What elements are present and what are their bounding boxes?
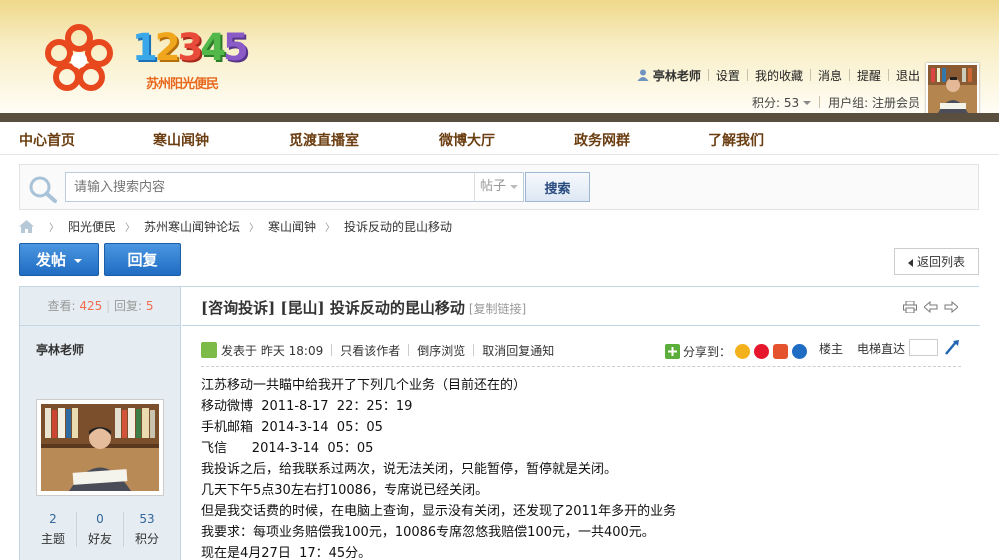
content-line: 移动微博 2011-8-17 22：25：19 — [201, 399, 413, 414]
search-button[interactable]: 搜索 — [525, 172, 590, 202]
content-line: 江苏移动一共瞄中给我开了下列几个业务（目前还在的） — [201, 378, 527, 393]
home-icon[interactable] — [19, 219, 34, 233]
breadcrumb-item[interactable]: 苏州寒山闻钟论坛 — [144, 218, 240, 235]
avatar-photo-icon — [928, 65, 977, 113]
nav-home[interactable]: 中心首页 — [19, 130, 75, 150]
chevron-down-icon — [803, 101, 812, 105]
author-photo-icon — [41, 404, 159, 491]
notifications-link[interactable]: 提醒 — [857, 67, 881, 84]
breadcrumb-separator-icon: 〉 — [325, 222, 336, 234]
author-sidebar: 查看: 425 | 回复: 5 亭林老师 2 主题 0 好友 53 积分 — [20, 287, 181, 560]
search-input[interactable] — [65, 172, 475, 202]
messages-link[interactable]: 消息 — [818, 67, 842, 84]
divider — [201, 366, 961, 367]
share-weibo-icon[interactable] — [754, 344, 770, 359]
author-stats: 2 主题 0 好友 53 积分 — [30, 512, 170, 547]
share-area: 分享到： — [665, 343, 808, 360]
nav-live-room[interactable]: 觅渡直播室 — [289, 130, 359, 150]
post-main: [咨询投诉] [昆山] 投诉反动的昆山移动 [复制链接] 发表于 昨天 18:09… — [182, 287, 980, 560]
main-nav: 中心首页 寒山闻钟 觅渡直播室 微博大厅 政务网群 了解我们 — [0, 122, 999, 155]
author-stat-friends[interactable]: 0 好友 — [77, 512, 124, 547]
nav-weibo[interactable]: 微博大厅 — [439, 130, 495, 150]
post-container: 查看: 425 | 回复: 5 亭林老师 2 主题 0 好友 53 积分 [咨询… — [19, 286, 980, 560]
content-line: 现在是4月27日 17：45分。 — [201, 546, 372, 560]
author-only-link[interactable]: 只看该作者 — [340, 342, 400, 359]
username-link[interactable]: 亭林老师 — [653, 67, 701, 84]
share-qzone-icon[interactable] — [735, 344, 751, 359]
logo-flower-icon[interactable] — [44, 24, 114, 94]
user-group-label: 用户组: 注册会员 — [828, 95, 920, 110]
user-info-bar: 积分: 53 用户组: 注册会员 — [752, 94, 920, 110]
search-icon — [29, 176, 57, 203]
breadcrumb: 〉 阳光便民 〉 苏州寒山闻钟论坛 〉 寒山闻钟 〉 投诉反动的昆山移动 — [19, 218, 452, 234]
nav-government[interactable]: 政务网群 — [574, 130, 630, 150]
avatar[interactable] — [926, 63, 979, 115]
user-icon — [637, 69, 649, 81]
jump-label: 电梯直达 — [857, 342, 906, 356]
logo-number[interactable]: 12345 — [132, 28, 249, 68]
replies-count: 5 — [145, 299, 154, 313]
breadcrumb-separator-icon: 〉 — [49, 222, 59, 234]
content-line: 但是我交话费的时候，在电脑上查询，显示没有关闭，还发现了2011年多开的业务 — [201, 504, 677, 519]
content-line: 我投诉之后，给我联系过两次，说无法关闭，只能暂停，暂停就是关闭。 — [201, 462, 618, 477]
thread-stats: 查看: 425 | 回复: 5 — [20, 287, 181, 326]
author-stat-threads[interactable]: 2 主题 — [30, 512, 77, 547]
breadcrumb-item[interactable]: 阳光便民 — [68, 218, 116, 235]
chevron-down-icon — [74, 258, 82, 263]
breadcrumb-separator-icon: 〉 — [249, 222, 260, 234]
content-line: 几天下午5点30左右打10086，专席说已经关闭。 — [201, 483, 489, 498]
post-title: [咨询投诉] [昆山] 投诉反动的昆山移动 [复制链接] — [201, 299, 527, 317]
jump-go-icon[interactable] — [944, 339, 960, 355]
author-avatar[interactable] — [36, 399, 164, 496]
user-bar: 亭林老师 设置 我的收藏 消息 提醒 退出 — [637, 67, 920, 83]
nav-topbar — [0, 113, 999, 122]
nav-about[interactable]: 了解我们 — [708, 130, 764, 150]
nav-hanshan[interactable]: 寒山闻钟 — [153, 130, 209, 150]
next-thread-icon[interactable] — [944, 301, 958, 313]
floor-label: 楼主 — [819, 342, 844, 356]
content-line: 飞信 2014-3-14 05：05 — [201, 441, 374, 456]
logout-link[interactable]: 退出 — [896, 67, 920, 84]
post-content: 江苏移动一共瞄中给我开了下列几个业务（目前还在的） 移动微博 2011-8-17… — [201, 375, 961, 560]
chevron-left-icon — [907, 258, 913, 267]
reverse-order-link[interactable]: 倒序浏览 — [417, 342, 465, 359]
print-icon[interactable] — [903, 301, 917, 313]
favorites-link[interactable]: 我的收藏 — [755, 67, 803, 84]
settings-link[interactable]: 设置 — [716, 67, 740, 84]
copy-link[interactable]: [复制链接] — [469, 302, 526, 316]
author-name[interactable]: 亭林老师 — [36, 341, 84, 358]
chevron-down-icon — [510, 184, 519, 189]
reply-button[interactable]: 回复 — [104, 243, 181, 276]
share-plus-icon — [665, 344, 680, 359]
content-line: 我要求：每项业务赔偿我100元，10086专席忽悠我赔偿100元，一共400元。 — [201, 525, 655, 540]
logo-subtitle: 苏州阳光便民 — [146, 77, 219, 92]
new-post-button[interactable]: 发帖 — [19, 243, 99, 276]
share-label: 分享到： — [683, 345, 732, 359]
post-title-row: [咨询投诉] [昆山] 投诉反动的昆山移动 [复制链接] — [182, 287, 980, 326]
search-bar: 帖子 搜索 — [19, 164, 979, 210]
share-renren-icon[interactable] — [773, 344, 789, 359]
online-status-icon — [201, 342, 217, 358]
search-type-dropdown[interactable]: 帖子 — [474, 172, 524, 202]
breadcrumb-current[interactable]: 投诉反动的昆山移动 — [344, 218, 452, 235]
back-to-list-button[interactable]: 返回列表 — [894, 248, 979, 275]
prev-thread-icon[interactable] — [924, 301, 938, 313]
post-time: 发表于 昨天 18:09 — [221, 343, 324, 358]
author-stat-points[interactable]: 53 积分 — [124, 512, 170, 547]
cancel-notify-link[interactable]: 取消回复通知 — [482, 342, 554, 359]
breadcrumb-separator-icon: 〉 — [125, 222, 136, 234]
site-header: 12345 苏州阳光便民 亭林老师 设置 我的收藏 消息 提醒 退出 积分: 5… — [0, 0, 999, 115]
content-line: 手机邮箱 2014-3-14 05：05 — [201, 420, 383, 435]
floor-jump-input[interactable] — [909, 339, 938, 356]
views-count: 425 — [79, 299, 103, 313]
breadcrumb-item[interactable]: 寒山闻钟 — [268, 218, 316, 235]
points-dropdown[interactable]: 积分: 53 — [752, 94, 812, 111]
share-tencent-icon[interactable] — [792, 344, 808, 359]
post-meta: 发表于 昨天 18:09 只看该作者 倒序浏览 取消回复通知 — [201, 341, 961, 359]
